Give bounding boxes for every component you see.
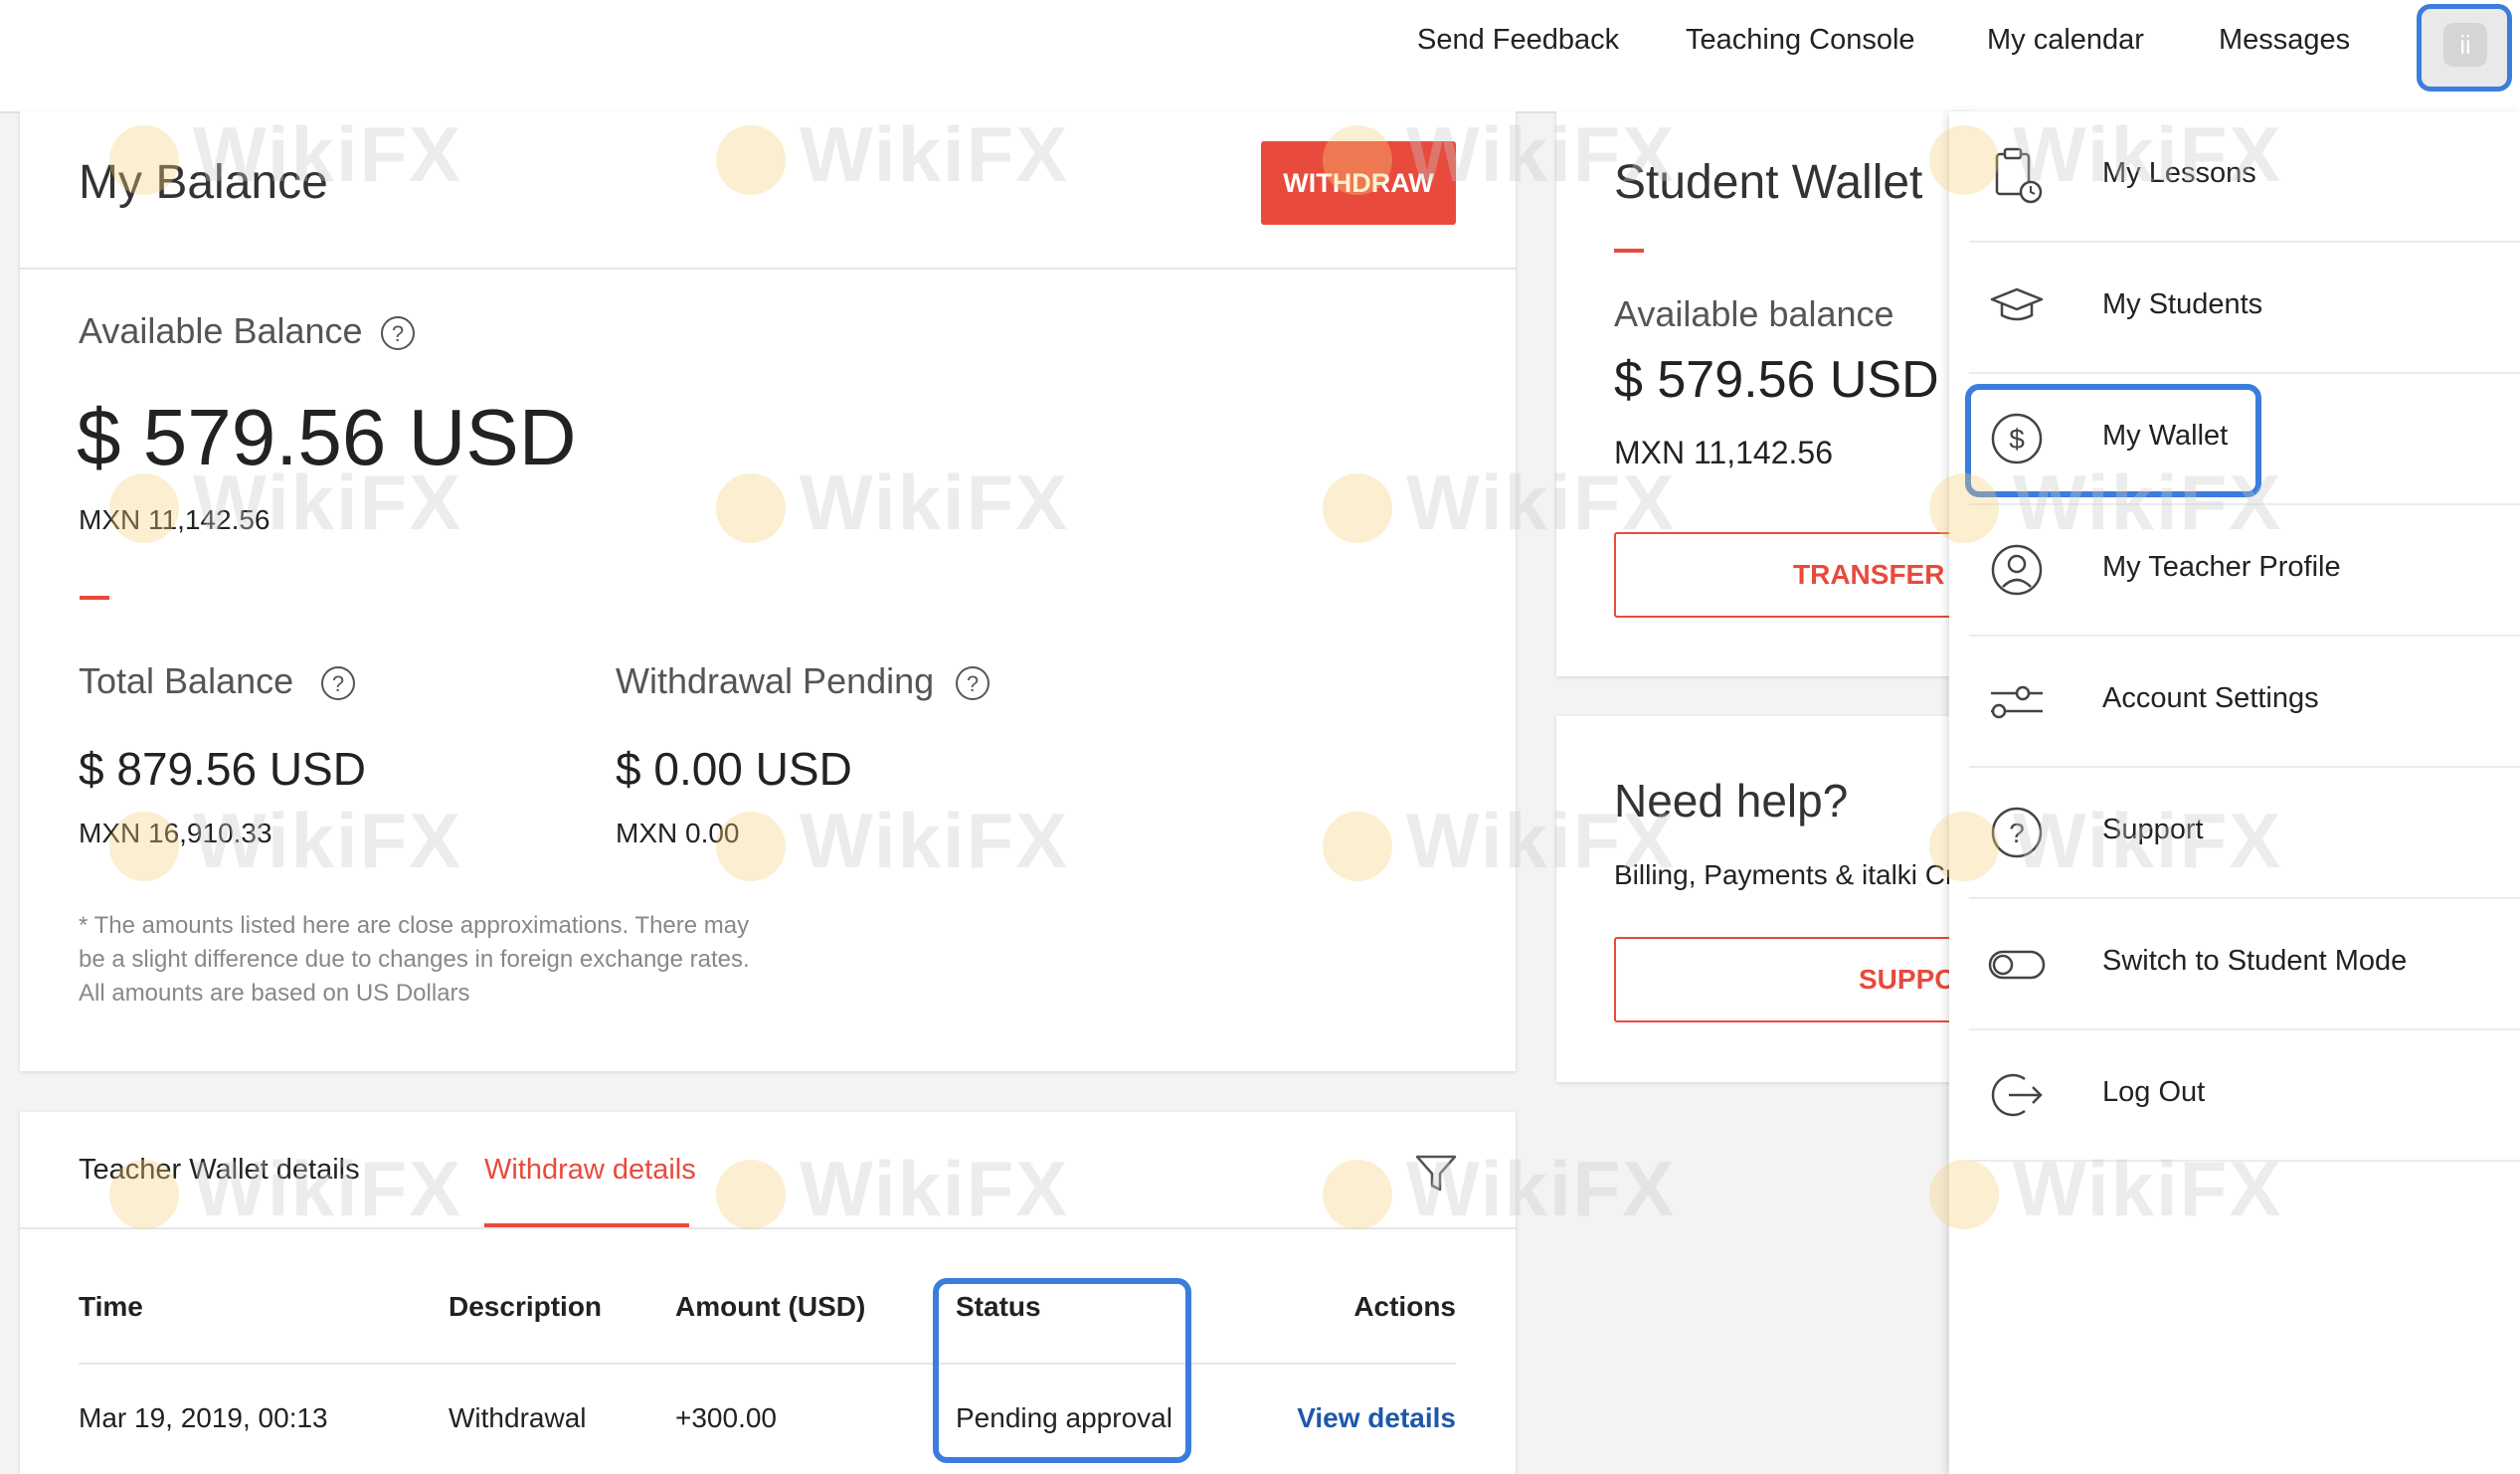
graduation-cap-icon [1990, 287, 2044, 321]
help-icon[interactable]: ? [956, 666, 990, 700]
support-button[interactable]: SUPPO [1614, 937, 1992, 1022]
view-details-link[interactable]: View details [1297, 1402, 1456, 1434]
transfer-button[interactable]: TRANSFER C [1614, 532, 1992, 618]
wallet-details-card: Teacher Wallet details Withdraw details … [20, 1112, 1516, 1474]
my-wallet-highlight-box [1965, 384, 2261, 497]
divider [20, 1227, 1516, 1229]
svg-text:?: ? [2009, 818, 2025, 848]
menu-item-label: My Teacher Profile [2102, 551, 2341, 583]
disclaimer-line: All amounts are based on US Dollars [79, 980, 470, 1007]
student-wallet-title: Student Wallet [1614, 156, 1923, 209]
menu-item-support[interactable]: ? Support [1969, 768, 2520, 899]
menu-item-my-lessons[interactable]: My Lessons [1969, 111, 2520, 243]
menu-item-my-students[interactable]: My Students [1969, 243, 2520, 374]
question-circle-icon: ? [1991, 807, 2043, 858]
filter-icon[interactable] [1414, 1152, 1458, 1196]
withdrawal-pending-mxn: MXN 0.00 [616, 818, 740, 848]
status-highlight-box [933, 1278, 1191, 1463]
user-dropdown-menu: My Lessons My Students $ My Wallet My Te… [1949, 111, 2520, 1474]
tab-withdraw-details[interactable]: Withdraw details [484, 1154, 696, 1187]
total-balance-label: Total Balance [79, 660, 294, 701]
available-balance-usd: $ 579.56 USD [77, 393, 577, 481]
my-calendar-link[interactable]: My calendar [1987, 24, 2144, 57]
menu-item-label: Log Out [2102, 1076, 2206, 1108]
disclaimer-line: be a slight difference due to changes in… [79, 946, 750, 973]
user-avatar-button[interactable]: ii [2417, 4, 2512, 92]
menu-item-log-out[interactable]: Log Out [1969, 1030, 2520, 1162]
help-card-subtitle: Billing, Payments & italki Cr [1614, 859, 1955, 890]
help-icon[interactable]: ? [321, 666, 355, 700]
column-header-time: Time [79, 1291, 143, 1322]
withdraw-button[interactable]: WITHDRAW [1261, 141, 1456, 225]
help-card: Need help? Billing, Payments & italki Cr… [1556, 716, 1992, 1082]
accent-dash [1614, 249, 1644, 253]
withdrawal-pending-label: Withdrawal Pending [616, 660, 935, 701]
tab-teacher-wallet-details[interactable]: Teacher Wallet details [79, 1154, 360, 1187]
divider [79, 1363, 1456, 1365]
row-amount: +300.00 [675, 1402, 777, 1433]
menu-item-label: Switch to Student Mode [2102, 945, 2408, 977]
student-available-label: Available balance [1614, 293, 1894, 334]
divider [20, 268, 1516, 270]
total-balance-usd: $ 879.56 USD [79, 743, 366, 795]
menu-item-label: My Lessons [2102, 157, 2256, 189]
balance-title: My Balance [79, 156, 328, 209]
withdrawal-pending-usd: $ 0.00 USD [616, 743, 852, 795]
top-nav-bar: Send Feedback Teaching Console My calend… [0, 0, 2520, 113]
user-circle-icon [1991, 544, 2043, 596]
help-card-title: Need help? [1614, 775, 1849, 827]
available-balance-label: Available Balance [79, 310, 363, 351]
menu-item-label: Account Settings [2102, 682, 2319, 714]
menu-item-label: Support [2102, 814, 2204, 845]
menu-item-my-teacher-profile[interactable]: My Teacher Profile [1969, 505, 2520, 637]
student-available-mxn: MXN 11,142.56 [1614, 435, 1833, 470]
menu-item-label: My Students [2102, 288, 2263, 320]
disclaimer-line: * The amounts listed here are close appr… [79, 912, 750, 939]
total-balance-mxn: MXN 16,910.33 [79, 818, 272, 848]
column-header-description: Description [449, 1291, 603, 1322]
send-feedback-link[interactable]: Send Feedback [1417, 24, 1619, 57]
sliders-icon [1991, 685, 2043, 719]
balance-card: My Balance WITHDRAW Available Balance ? … [20, 111, 1516, 1071]
menu-item-account-settings[interactable]: Account Settings [1969, 637, 2520, 768]
accent-dash [80, 596, 109, 600]
menu-item-switch-student-mode[interactable]: Switch to Student Mode [1969, 899, 2520, 1030]
column-header-amount: Amount (USD) [675, 1291, 866, 1322]
teaching-console-link[interactable]: Teaching Console [1686, 24, 1915, 57]
messages-link[interactable]: Messages [2219, 24, 2350, 57]
logout-icon [1991, 1073, 2043, 1117]
help-icon[interactable]: ? [381, 316, 415, 350]
clipboard-clock-icon [1995, 147, 2043, 204]
student-available-usd: $ 579.56 USD [1614, 351, 1939, 409]
row-description: Withdrawal [449, 1402, 587, 1433]
available-balance-mxn: MXN 11,142.56 [79, 504, 270, 535]
student-wallet-card: Student Wallet Available balance $ 579.5… [1556, 111, 1992, 676]
row-time: Mar 19, 2019, 00:13 [79, 1402, 328, 1433]
toggle-icon [1988, 950, 2046, 980]
avatar: ii [2443, 23, 2487, 67]
column-header-actions: Actions [1353, 1291, 1456, 1322]
